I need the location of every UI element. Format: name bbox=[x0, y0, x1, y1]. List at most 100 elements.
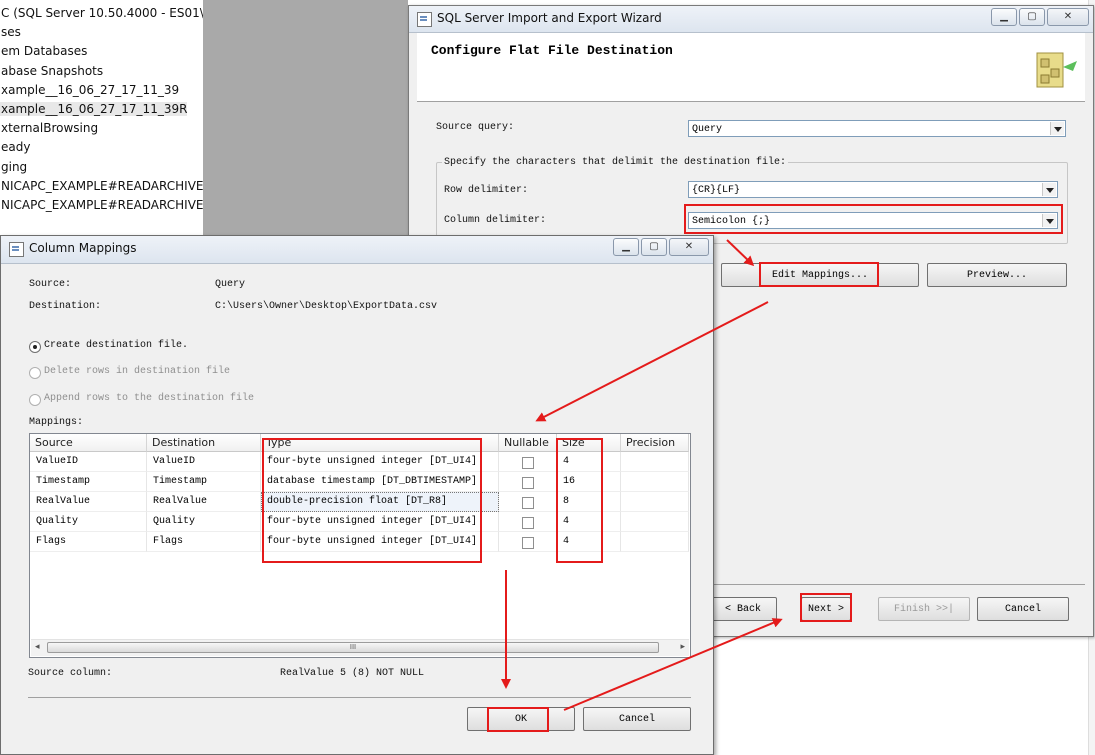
minimize-button[interactable]: ▁ bbox=[991, 8, 1017, 26]
source-column-value: RealValue 5 (8) NOT NULL bbox=[280, 668, 425, 679]
column-delimiter-value: Semicolon {;} bbox=[692, 216, 771, 227]
maximize-button[interactable]: ▢ bbox=[1019, 8, 1045, 26]
nullable-cell[interactable] bbox=[499, 512, 557, 532]
explorer-tree-item[interactable]: NICAPC_EXAMPLE#READARCHIVEDA bbox=[0, 179, 203, 193]
maximize-button[interactable]: ▢ bbox=[641, 238, 667, 256]
explorer-tree-item[interactable]: xample__16_06_27_17_11_39R bbox=[0, 102, 188, 116]
explorer-tree-item[interactable]: C (SQL Server 10.50.4000 - ES01\Ov bbox=[0, 6, 203, 20]
size-cell[interactable]: 8 bbox=[557, 492, 621, 512]
preview-button[interactable]: Preview... bbox=[927, 263, 1067, 287]
type-cell[interactable]: database timestamp [DT_DBTIMESTAMP] bbox=[261, 472, 499, 492]
type-cell[interactable]: four-byte unsigned integer [DT_UI4] bbox=[261, 532, 499, 552]
finish-button[interactable]: Finish >>| bbox=[878, 597, 970, 621]
mappings-cancel-button[interactable]: Cancel bbox=[583, 707, 691, 731]
explorer-tree-item[interactable]: xternalBrowsing bbox=[0, 121, 98, 135]
nullable-cell[interactable] bbox=[499, 472, 557, 492]
nullable-checkbox[interactable] bbox=[522, 477, 534, 489]
column-header-nullable[interactable]: Nullable bbox=[499, 434, 557, 452]
mappings-app-icon bbox=[9, 242, 24, 257]
background-area bbox=[203, 0, 408, 240]
delimiter-group-label: Specify the characters that delimit the … bbox=[442, 157, 789, 168]
delete-rows-label: Delete rows in destination file bbox=[44, 366, 231, 377]
nullable-cell[interactable] bbox=[499, 492, 557, 512]
size-cell[interactable]: 4 bbox=[557, 452, 621, 472]
mappings-grid[interactable]: Source Destination Type Nullable Size Precisi… bbox=[29, 433, 691, 658]
close-button[interactable]: ✕ bbox=[669, 238, 709, 256]
source-query-dropdown[interactable]: Query bbox=[688, 120, 1066, 137]
explorer-tree-item[interactable]: abase Snapshots bbox=[0, 64, 103, 78]
size-cell[interactable]: 16 bbox=[557, 472, 621, 492]
destination-cell[interactable]: Flags bbox=[147, 532, 261, 552]
destination-cell[interactable]: RealValue bbox=[147, 492, 261, 512]
nullable-cell[interactable] bbox=[499, 452, 557, 472]
back-button[interactable]: < Back bbox=[709, 597, 777, 621]
scroll-right-icon[interactable]: ▸ bbox=[680, 642, 685, 652]
type-cell[interactable]: four-byte unsigned integer [DT_UI4] bbox=[261, 452, 499, 472]
explorer-tree-item[interactable]: ging bbox=[0, 160, 27, 174]
explorer-tree-item[interactable]: em Databases bbox=[0, 44, 87, 58]
wizard-header: Configure Flat File Destination bbox=[417, 33, 1085, 102]
column-header-type[interactable]: Type bbox=[261, 434, 499, 452]
append-rows-label: Append rows to the destination file bbox=[44, 393, 255, 404]
flat-file-destination-icon bbox=[1036, 52, 1077, 88]
nullable-checkbox[interactable] bbox=[522, 457, 534, 469]
scrollbar-grip: III bbox=[349, 643, 357, 651]
scroll-left-icon[interactable]: ◂ bbox=[35, 642, 40, 652]
precision-cell[interactable] bbox=[621, 452, 689, 472]
column-header-destination[interactable]: Destination bbox=[147, 434, 261, 452]
row-delimiter-value: {CR}{LF} bbox=[692, 185, 741, 196]
source-value: Query bbox=[215, 279, 246, 290]
column-header-precision[interactable]: Precision bbox=[621, 434, 689, 452]
next-button[interactable]: Next > bbox=[801, 597, 851, 621]
ok-button[interactable]: OK bbox=[467, 707, 575, 731]
scrollbar-thumb[interactable]: III bbox=[47, 642, 659, 653]
append-rows-radio[interactable] bbox=[29, 394, 41, 406]
source-cell[interactable]: Timestamp bbox=[30, 472, 147, 492]
destination-value: C:\Users\Owner\Desktop\ExportData.csv bbox=[215, 301, 438, 312]
wizard-title: SQL Server Import and Export Wizard bbox=[437, 11, 662, 25]
nullable-checkbox[interactable] bbox=[522, 537, 534, 549]
destination-cell[interactable]: ValueID bbox=[147, 452, 261, 472]
horizontal-scrollbar[interactable]: ◂ III ▸ bbox=[31, 639, 689, 656]
source-label: Source: bbox=[29, 279, 72, 290]
column-mappings-dialog: Column Mappings ▁ ▢ ✕ Source: Query Dest… bbox=[0, 235, 714, 755]
mappings-title: Column Mappings bbox=[29, 241, 137, 255]
source-cell[interactable]: RealValue bbox=[30, 492, 147, 512]
size-cell[interactable]: 4 bbox=[557, 532, 621, 552]
source-cell[interactable]: Quality bbox=[30, 512, 147, 532]
column-delimiter-dropdown[interactable]: Semicolon {;} bbox=[688, 212, 1058, 229]
type-cell[interactable]: double-precision float [DT_R8] bbox=[261, 492, 499, 512]
size-cell[interactable]: 4 bbox=[557, 512, 621, 532]
source-cell[interactable]: ValueID bbox=[30, 452, 147, 472]
precision-cell[interactable] bbox=[621, 492, 689, 512]
source-column-label: Source column: bbox=[28, 668, 113, 679]
delete-rows-radio[interactable] bbox=[29, 367, 41, 379]
explorer-tree-item[interactable]: ses bbox=[0, 25, 21, 39]
nullable-cell[interactable] bbox=[499, 532, 557, 552]
explorer-tree-item[interactable]: eady bbox=[0, 140, 30, 154]
close-button[interactable]: ✕ bbox=[1047, 8, 1089, 26]
explorer-tree-item[interactable]: NICAPC_EXAMPLE#READARCHIVEDA bbox=[0, 198, 203, 212]
explorer-tree-item[interactable]: xample__16_06_27_17_11_39 bbox=[0, 83, 179, 97]
destination-cell[interactable]: Timestamp bbox=[147, 472, 261, 492]
destination-cell[interactable]: Quality bbox=[147, 512, 261, 532]
row-delimiter-dropdown[interactable]: {CR}{LF} bbox=[688, 181, 1058, 198]
edit-mappings-button[interactable]: Edit Mappings... bbox=[721, 263, 919, 287]
create-destination-radio[interactable] bbox=[29, 341, 41, 353]
row-delimiter-label: Row delimiter: bbox=[444, 185, 529, 196]
delimiter-groupbox bbox=[436, 162, 1068, 244]
precision-cell[interactable] bbox=[621, 532, 689, 552]
column-header-source[interactable]: Source bbox=[30, 434, 147, 452]
source-cell[interactable]: Flags bbox=[30, 532, 147, 552]
precision-cell[interactable] bbox=[621, 472, 689, 492]
wizard-cancel-button[interactable]: Cancel bbox=[977, 597, 1069, 621]
nullable-checkbox[interactable] bbox=[522, 497, 534, 509]
column-header-size[interactable]: Size bbox=[557, 434, 621, 452]
type-cell[interactable]: four-byte unsigned integer [DT_UI4] bbox=[261, 512, 499, 532]
destination-label: Destination: bbox=[29, 301, 102, 312]
column-delimiter-label: Column delimiter: bbox=[444, 215, 547, 226]
minimize-button[interactable]: ▁ bbox=[613, 238, 639, 256]
mappings-footer-divider bbox=[28, 697, 691, 698]
nullable-checkbox[interactable] bbox=[522, 517, 534, 529]
precision-cell[interactable] bbox=[621, 512, 689, 532]
